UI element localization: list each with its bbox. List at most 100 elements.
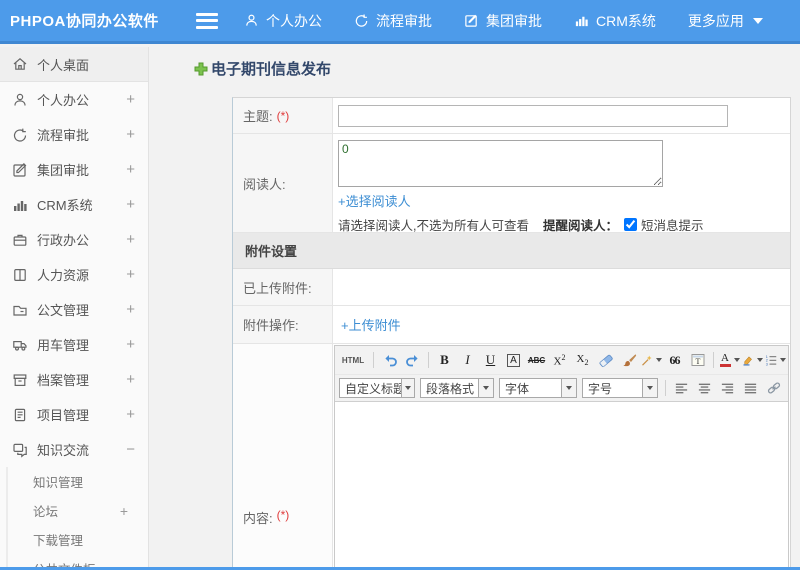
sidebar-item-vehicle-mgmt[interactable]: 用车管理 + — [0, 327, 148, 362]
top-header: PHPOA协同办公软件 个人办公 流程审批 集团审批 CRM系统 更多应用 — [0, 0, 800, 44]
caret-down-icon — [757, 358, 763, 362]
sidebar-item-human-resources[interactable]: 人力资源 + — [0, 257, 148, 292]
align-right-button[interactable] — [717, 378, 738, 398]
ordered-list-button[interactable]: 123 — [765, 350, 786, 370]
attachment-section-header: 附件设置 — [233, 233, 790, 269]
underline-button[interactable]: U — [480, 350, 501, 370]
align-justify-button[interactable] — [740, 378, 761, 398]
nav-label: 个人办公 — [266, 12, 322, 29]
required-mark: (*) — [276, 508, 290, 522]
paragraph-format-select[interactable]: 段落格式 — [420, 378, 494, 398]
subject-input[interactable] — [338, 104, 728, 127]
subject-label: 主题: — [243, 109, 273, 124]
page-title: 电子期刊信息发布 — [211, 61, 332, 78]
nav-label: 流程审批 — [376, 12, 432, 29]
font-name-button[interactable]: A — [503, 350, 524, 370]
caret-down-icon — [561, 379, 576, 397]
template-button[interactable]: T — [687, 350, 708, 370]
top-navigation: 个人办公 流程审批 集团审批 CRM系统 更多应用 — [244, 11, 763, 31]
sidebar-item-archive-mgmt[interactable]: 档案管理 + — [0, 362, 148, 397]
nav-label: CRM系统 — [596, 12, 656, 29]
format-painter-button[interactable] — [618, 350, 639, 370]
nav-crm-system[interactable]: CRM系统 — [574, 11, 656, 31]
person-icon — [244, 13, 259, 28]
caret-down-icon — [656, 358, 662, 362]
insert-link-button[interactable] — [763, 378, 784, 398]
process-icon — [12, 127, 28, 143]
sidebar-item-admin-office[interactable]: 行政办公 + — [0, 222, 148, 257]
subscript-button[interactable]: X2 — [572, 350, 593, 370]
editor-content-area[interactable] — [335, 401, 788, 569]
attachment-operation-row: 附件操作: +上传附件 — [233, 306, 790, 344]
toolbar-separator — [665, 380, 666, 396]
redo-button[interactable] — [402, 350, 423, 370]
nav-group-approval[interactable]: 集团审批 — [464, 11, 542, 31]
highlighter-icon — [743, 356, 752, 366]
caret-down-icon — [733, 358, 740, 362]
custom-title-select[interactable]: 自定义标题 — [339, 378, 415, 398]
sidebar-item-knowledge-exchange[interactable]: 知识交流 − — [0, 432, 148, 467]
font-color-button[interactable]: A — [719, 350, 740, 370]
readers-textarea[interactable]: 0 — [338, 140, 663, 187]
sidebar-item-desktop[interactable]: 个人桌面 — [0, 47, 148, 82]
sidebar-item-process-approval[interactable]: 流程审批 + — [0, 117, 148, 152]
align-right-icon — [721, 383, 734, 393]
sidebar-item-crm[interactable]: CRM系统 + — [0, 187, 148, 222]
redo-icon — [405, 355, 418, 367]
sidebar-item-personal-office[interactable]: 个人办公 + — [0, 82, 148, 117]
sidebar-subitem-download-mgmt[interactable]: 下载管理 — [6, 525, 148, 554]
blockquote-button[interactable]: 66 — [664, 350, 685, 370]
required-mark: (*) — [276, 108, 290, 123]
caret-down-icon — [478, 379, 493, 397]
sidebar-item-project-mgmt[interactable]: 项目管理 + — [0, 397, 148, 432]
align-left-button[interactable] — [671, 378, 692, 398]
nav-process-approval[interactable]: 流程审批 — [354, 11, 432, 31]
process-icon — [354, 13, 369, 28]
html-source-button[interactable]: HTML — [338, 350, 368, 370]
font-family-select[interactable]: 字体 — [499, 378, 577, 398]
nav-more-apps[interactable]: 更多应用 — [688, 11, 763, 31]
bar-chart-icon — [12, 197, 28, 213]
font-size-select[interactable]: 字号 — [582, 378, 658, 398]
sidebar-subitem-forum[interactable]: 论坛 + — [6, 496, 148, 525]
nav-personal-office[interactable]: 个人办公 — [244, 11, 322, 31]
sidebar-item-group-approval[interactable]: 集团审批 + — [0, 152, 148, 187]
person-icon — [12, 92, 28, 108]
truck-icon — [12, 337, 28, 353]
remove-link-button[interactable] — [786, 378, 788, 398]
uploaded-attachments-area — [333, 269, 790, 305]
select-readers-link[interactable]: +选择阅读人 — [338, 191, 411, 210]
readers-label: 阅读人: — [243, 176, 286, 192]
readers-hint-text: 请选择阅读人,不选为所有人可查看 — [338, 219, 529, 233]
highlight-color-button[interactable] — [742, 350, 763, 370]
caret-down-icon — [752, 17, 763, 24]
undo-button[interactable] — [379, 350, 400, 370]
sidebar-item-document-mgmt[interactable]: 公文管理 + — [0, 292, 148, 327]
svg-text:T: T — [695, 357, 700, 366]
nav-label: 更多应用 — [687, 12, 744, 29]
toolbar-separator — [373, 352, 374, 368]
readers-row: 阅读人: 0 +选择阅读人 请选择阅读人,不选为所有人可查看 提醒阅读人： 短消… — [233, 134, 790, 233]
remove-format-button[interactable] — [595, 350, 616, 370]
align-left-icon — [675, 383, 688, 393]
superscript-button[interactable]: X2 — [549, 350, 570, 370]
app-brand: PHPOA协同办公软件 — [10, 13, 159, 30]
quick-format-button[interactable] — [641, 350, 662, 370]
editor-toolbar-row1: HTML B I U A ABC X2 X2 66 T A 1 2 3 — [335, 346, 788, 374]
upload-attachment-link[interactable]: +上传附件 — [341, 315, 401, 334]
add-plus-icon — [194, 62, 208, 76]
sms-notify-label: 短消息提示 — [641, 219, 704, 233]
bold-button[interactable]: B — [434, 350, 455, 370]
toolbar-separator — [428, 352, 429, 368]
strikethrough-button[interactable]: ABC — [526, 350, 547, 370]
italic-button[interactable]: I — [457, 350, 478, 370]
folder-icon — [12, 302, 28, 318]
align-justify-icon — [744, 383, 757, 393]
menu-toggle-icon[interactable] — [196, 12, 218, 29]
edit-square-icon — [464, 13, 479, 28]
sidebar-subitem-knowledge-mgmt[interactable]: 知识管理 — [6, 467, 148, 496]
align-center-button[interactable] — [694, 378, 715, 398]
sms-notify-checkbox[interactable] — [624, 218, 637, 231]
archive-icon — [12, 372, 28, 388]
app-window: PHPOA协同办公软件 个人办公 流程审批 集团审批 CRM系统 更多应用 个人… — [0, 0, 800, 570]
